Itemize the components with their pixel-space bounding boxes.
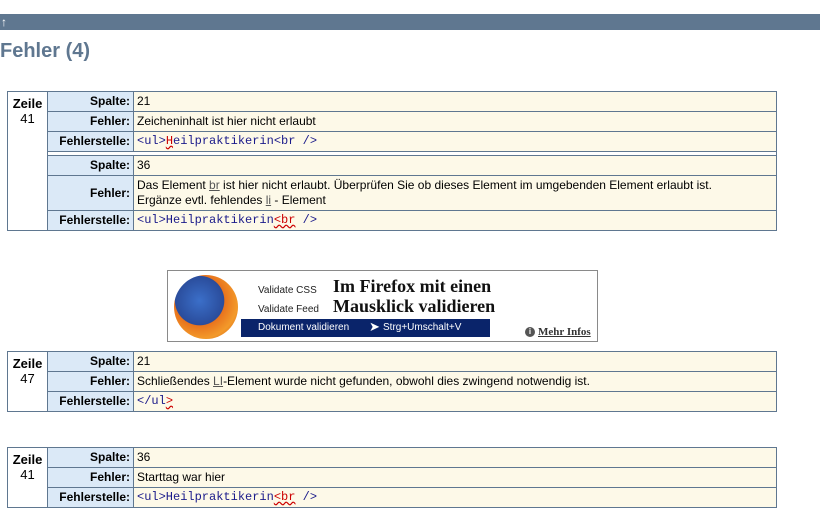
fehler-label: Fehler: (47, 175, 134, 211)
mouse-cursor-icon: ➤ (369, 319, 380, 334)
table-row: Fehlerstelle: <ul>Heilpraktikerin<br /> (8, 487, 777, 508)
page-title: Fehler (4) (0, 40, 91, 62)
table-row: Fehler: Das Element br ist hier nicht er… (8, 175, 777, 211)
fehler-text: ist hier nicht erlaubt. Überprüfen Sie o… (219, 178, 712, 192)
fehlerstelle-label: Fehlerstelle: (47, 391, 134, 412)
spalte-value: 21 (133, 91, 777, 112)
error-marker: H (165, 134, 174, 148)
line-number: 41 (20, 467, 35, 482)
menu-validate-document: Dokument validieren (258, 322, 350, 333)
line-number: 47 (20, 371, 35, 386)
error-marker: <br (273, 490, 296, 504)
spalte-label: Spalte: (47, 91, 134, 112)
banner-tagline: Im Firefox mit einen (333, 276, 492, 296)
element-link-br[interactable]: br (209, 178, 220, 192)
code-text: /> (295, 490, 318, 504)
fehler-text: Schließendes (137, 374, 214, 388)
code-text: <ul>Heilpraktikerin (137, 213, 274, 227)
table-row: Fehler: Starttag war hier (8, 467, 777, 488)
menu-shortcut: Strg+Umschalt+V (383, 322, 462, 333)
error-marker: <br (273, 213, 296, 227)
spalte-label: Spalte: (47, 155, 134, 176)
zeile-label: Zeile (12, 96, 43, 111)
firefox-logo-icon (174, 275, 238, 339)
code-text: </ul (137, 394, 166, 408)
fehler-value: Starttag war hier (133, 467, 777, 488)
table-row: Zeile 41 Spalte: 21 (7, 91, 777, 231)
fehler-text: Ergänze evtl. fehlendes (137, 193, 266, 207)
fehler-value: Zeicheninhalt ist hier nicht erlaubt (133, 111, 777, 132)
table-row: Fehlerstelle: </ul> (8, 391, 777, 412)
zeile-cell: Zeile 41 (7, 447, 48, 508)
zeile-label: Zeile (12, 356, 43, 371)
element-link-li[interactable]: LI (213, 374, 223, 388)
fehlerstelle-label: Fehlerstelle: (47, 131, 134, 152)
table-row: Zeile 47 Spalte: 21 (7, 351, 777, 412)
info-icon: i (525, 327, 535, 337)
code-text: eilpraktikerin<br /> (173, 134, 318, 148)
table-row: Zeile 41 Spalte: 36 (7, 447, 777, 508)
fehlerstelle-value: <ul>Heilpraktikerin<br /> (133, 210, 777, 231)
fehler-text: Das Element (137, 178, 210, 192)
fehlerstelle-value: <ul>Heilpraktikerin<br /> (133, 131, 777, 152)
error-table: Zeile 41 Spalte: 21 Fehler: Zeicheninhal… (7, 91, 777, 231)
table-row: Fehlerstelle: <ul>Heilpraktikerin<br /> (8, 131, 777, 152)
code-text: <ul> (137, 134, 166, 148)
fehlerstelle-value: </ul> (133, 391, 777, 412)
fehler-text: - Element (271, 193, 326, 207)
error-table: Zeile 47 Spalte: 21 Fehler: Schließendes… (7, 351, 777, 412)
fehler-label: Fehler: (47, 371, 134, 392)
spalte-label: Spalte: (47, 351, 134, 372)
error-table: Zeile 41 Spalte: 36 Fehler: Starttag war… (7, 447, 777, 508)
fehler-text: -Element wurde nicht gefunden, obwohl di… (223, 374, 590, 388)
fehler-label: Fehler: (47, 467, 134, 488)
zeile-cell: Zeile 41 (7, 91, 48, 231)
table-row: Fehlerstelle: <ul>Heilpraktikerin<br /> (8, 210, 777, 231)
banner-tagline: Mausklick validieren (333, 296, 496, 316)
menu-validate-feed: Validate Feed (258, 304, 319, 315)
code-text: <ul>Heilpraktikerin (137, 490, 274, 504)
fehlerstelle-label: Fehlerstelle: (47, 487, 134, 508)
spalte-label: Spalte: (47, 447, 134, 468)
fehlerstelle-value: <ul>Heilpraktikerin<br /> (133, 487, 777, 508)
firefox-validator-banner[interactable]: Validate CSS Validate Feed Dokument vali… (167, 270, 598, 342)
zeile-cell: Zeile 47 (7, 351, 48, 412)
menu-validate-css: Validate CSS (258, 285, 317, 296)
arrow-up-icon[interactable]: ↑ (1, 14, 7, 30)
code-text: /> (295, 213, 318, 227)
top-bar: ↑ (0, 14, 820, 30)
more-info-label: Mehr Infos (538, 326, 591, 338)
error-marker: > (165, 394, 174, 408)
more-info-link[interactable]: i Mehr Infos (525, 326, 591, 338)
fehlerstelle-label: Fehlerstelle: (47, 210, 134, 231)
fehler-label: Fehler: (47, 111, 134, 132)
spalte-value: 36 (133, 447, 777, 468)
line-number: 41 (20, 111, 35, 126)
spalte-value: 21 (133, 351, 777, 372)
menu-highlighted-item: Dokument validieren ➤ Strg+Umschalt+V (241, 319, 490, 337)
fehler-value: Schließendes LI-Element wurde nicht gefu… (133, 371, 777, 392)
zeile-label: Zeile (12, 452, 43, 467)
fehler-value: Das Element br ist hier nicht erlaubt. Ü… (133, 175, 777, 211)
table-row: Fehler: Zeicheninhalt ist hier nicht erl… (8, 111, 777, 132)
table-row: Fehler: Schließendes LI-Element wurde ni… (8, 371, 777, 392)
table-row: Spalte: 36 (8, 155, 777, 176)
spalte-value: 36 (133, 155, 777, 176)
